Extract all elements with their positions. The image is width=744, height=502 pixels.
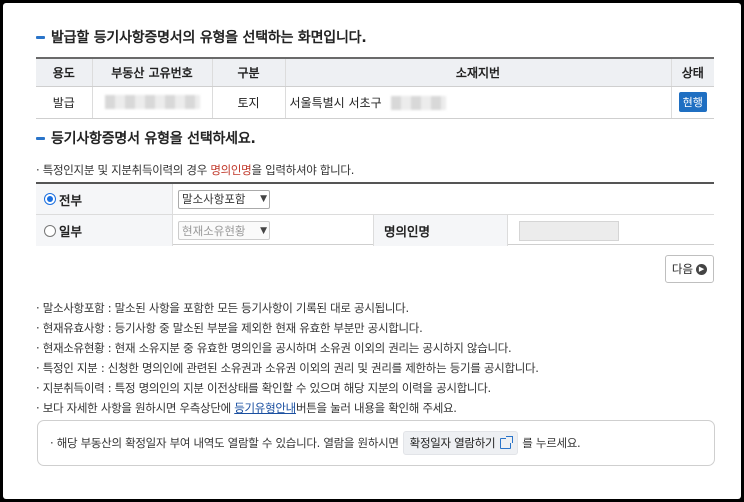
header-address: 소재지번 [284, 57, 671, 87]
list-item: · 말소사항포함 : 말소된 사항을 포함한 모든 등기사항이 기록된 대로 공… [36, 301, 409, 315]
option-partial-body: 현재소유현황 ▼ [173, 215, 373, 246]
next-button[interactable]: 다음 ▶ [665, 255, 714, 283]
cell-kind: 토지 [211, 86, 285, 119]
holder-name-input[interactable] [519, 220, 619, 241]
list-item-guide: · 보다 자세한 사항을 원하시면 우측상단에 등기유형안내버튼을 눌러 내용을… [36, 399, 539, 419]
app-frame: 발급할 등기사항증명서의 유형을 선택하는 화면입니다. 용도 부동산 고유번호… [3, 3, 741, 499]
note-suffix: 을 입력하셔야 합니다. [251, 163, 355, 177]
input-note: · 특정인지분 및 지분취득이력의 경우 명의인명을 입력하셔야 합니다. [36, 162, 354, 178]
partial-type-select[interactable]: 현재소유현황 ▼ [178, 221, 270, 240]
cell-status: 현행 [670, 86, 714, 119]
option-partial-label: 일부 [59, 224, 83, 239]
option-full-body: 말소사항포함 ▼ [173, 184, 714, 214]
option-full-label: 전부 [59, 192, 83, 208]
section-title: 등기사항증명서 유형을 선택하세요. [36, 128, 256, 148]
table-row: 발급 토지 서울특별시 서초구 현행 [36, 86, 714, 119]
radio-full[interactable] [44, 193, 56, 205]
note-prefix: · 특정인지분 및 지분취득이력의 경우 [36, 163, 211, 177]
address-text: 서울특별시 서초구 [289, 95, 382, 110]
option-partial[interactable]: 일부 [36, 215, 173, 246]
full-type-select[interactable]: 말소사항포함 ▼ [178, 189, 270, 209]
radio-partial[interactable] [44, 224, 56, 237]
redacted-address [391, 96, 447, 110]
help-list: · 말소사항포함 : 말소된 사항을 포함한 모든 등기사항이 기록된 대로 공… [36, 299, 539, 419]
list-item: · 지분취득이력 : 특정 명의인의 지분 이전상태를 확인할 수 있으며 해당… [36, 381, 491, 395]
info-box-suffix: 를 누르세요. [522, 436, 581, 450]
header-unique-number: 부동산 고유번호 [91, 57, 212, 87]
chevron-down-icon: ▼ [260, 194, 267, 204]
cell-address: 서울특별시 서초구 [284, 86, 671, 119]
list-item: · 현재유효사항 : 등기사항 중 말소된 부분을 제외한 현재 유효한 부분만… [36, 321, 423, 335]
section-bar-icon [36, 136, 45, 140]
property-info-table: 용도 부동산 고유번호 구분 소재지번 상태 발급 토지 서울특별시 서초구 현… [36, 57, 714, 119]
holder-name-body [508, 215, 714, 246]
section-title-text: 등기사항증명서 유형을 선택하세요. [51, 131, 256, 147]
list-item: · 특정인 지분 : 신청한 명의인에 관련된 소유권과 소유권 이외의 권리 … [36, 361, 539, 375]
note-highlight: 명의인명 [210, 163, 252, 177]
page-title: 발급할 등기사항증명서의 유형을 선택하는 화면입니다. [36, 27, 367, 47]
full-type-select-value: 말소사항포함 [182, 192, 246, 206]
arrow-right-icon: ▶ [696, 263, 708, 275]
view-fixed-date-label: 확정일자 열람하기 [409, 436, 496, 450]
next-button-label: 다음 [671, 262, 694, 276]
cell-unique-number [91, 86, 212, 119]
chevron-down-icon: ▼ [260, 225, 267, 236]
registry-type-guide-link[interactable]: 등기유형안내 [234, 401, 296, 415]
list-item: · 현재소유현황 : 현재 소유지분 중 유효한 명의인을 공시하며 소유권 이… [36, 341, 512, 355]
option-row-partial: 일부 현재소유현황 ▼ 명의인명 [36, 215, 714, 246]
type-selection-form: 전부 말소사항포함 ▼ 일부 현재소유현황 ▼ 명의인명 [36, 182, 714, 246]
guide-prefix: · 보다 자세한 사항을 원하시면 우측상단에 [36, 401, 235, 415]
header-purpose: 용도 [36, 57, 92, 87]
cell-purpose: 발급 [36, 86, 92, 119]
status-badge: 현행 [678, 92, 707, 112]
holder-name-label: 명의인명 [373, 215, 508, 246]
fixed-date-info-box: · 해당 부동산의 확정일자 부여 내역도 열람할 수 있습니다. 열람을 원하… [37, 420, 715, 466]
header-status: 상태 [670, 57, 714, 87]
external-link-icon [500, 435, 514, 449]
option-full[interactable]: 전부 [36, 184, 173, 214]
guide-suffix: 버튼을 눌러 내용을 확인해 주세요. [295, 401, 457, 415]
table-header-row: 용도 부동산 고유번호 구분 소재지번 상태 [36, 57, 714, 87]
redacted-number [104, 95, 200, 110]
info-box-prefix: · 해당 부동산의 확정일자 부여 내역도 열람할 수 있습니다. 열람을 원하… [50, 436, 399, 450]
page-title-text: 발급할 등기사항증명서의 유형을 선택하는 화면입니다. [51, 30, 367, 46]
option-row-full: 전부 말소사항포함 ▼ [36, 184, 714, 215]
view-fixed-date-button[interactable]: 확정일자 열람하기 [402, 431, 519, 455]
title-bar-icon [36, 35, 45, 39]
partial-type-select-value: 현재소유현황 [182, 223, 246, 238]
header-kind: 구분 [211, 57, 285, 87]
